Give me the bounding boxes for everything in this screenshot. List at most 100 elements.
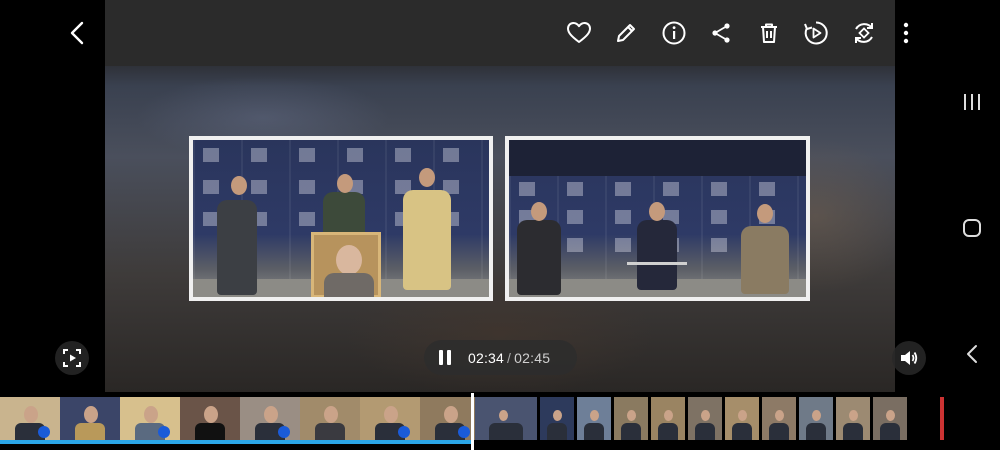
volume-button[interactable] xyxy=(892,341,926,375)
thumb-figure xyxy=(584,422,604,440)
portrait-frame xyxy=(311,232,381,297)
stage-table xyxy=(627,262,687,292)
thumbnail[interactable] xyxy=(836,397,870,440)
back-button[interactable] xyxy=(62,18,92,48)
thumb-mic xyxy=(158,426,170,438)
thumb-face xyxy=(700,409,710,421)
share-icon xyxy=(712,23,730,43)
thumb-face xyxy=(626,409,636,421)
volume-icon xyxy=(901,351,918,365)
thumbnail[interactable] xyxy=(240,397,300,440)
thumbnail-strip-main xyxy=(0,397,480,440)
home-button[interactable] xyxy=(958,216,986,240)
speaker-head xyxy=(419,168,435,187)
progress-played xyxy=(0,440,471,444)
thumb-figure xyxy=(843,422,863,440)
thumb-face xyxy=(384,406,398,424)
thumbnail[interactable] xyxy=(0,397,60,440)
thumb-face xyxy=(885,409,895,421)
thumb-figure xyxy=(732,422,752,440)
thumbnail[interactable] xyxy=(614,397,648,440)
thumb-face xyxy=(144,406,158,424)
thumbnail[interactable] xyxy=(651,397,685,440)
thumb-figure xyxy=(658,422,678,440)
thumbnail[interactable] xyxy=(762,397,796,440)
speaker-head xyxy=(337,174,353,193)
video-player[interactable] xyxy=(105,0,895,392)
thumb-figure xyxy=(769,422,789,440)
portrait-body xyxy=(324,273,374,297)
pause-bar xyxy=(439,350,443,365)
thumb-face xyxy=(264,406,278,424)
thumb-figure xyxy=(488,422,524,440)
more-vert-icon xyxy=(903,22,909,44)
thumb-face xyxy=(737,409,747,421)
backdrop-logo-row xyxy=(193,148,489,162)
backdrop-logo-row xyxy=(509,182,806,196)
thumbnail[interactable] xyxy=(688,397,722,440)
capture-button[interactable] xyxy=(55,341,89,375)
delete-button[interactable] xyxy=(754,18,784,48)
thumb-face xyxy=(204,406,218,424)
video-player-button[interactable] xyxy=(801,18,831,48)
speaker-head xyxy=(531,202,547,221)
video-inset-right xyxy=(505,136,810,301)
thumbnail[interactable] xyxy=(360,397,420,440)
thumbnail[interactable] xyxy=(873,397,907,440)
time-display: 02:34/02:45 xyxy=(468,350,550,366)
thumb-face xyxy=(324,406,338,424)
playhead-handle[interactable] xyxy=(471,393,474,450)
backdrop-top xyxy=(509,140,806,176)
thumb-figure xyxy=(195,422,225,440)
filmstrip-scrubber[interactable] xyxy=(0,393,1000,450)
more-options-button[interactable] xyxy=(891,18,921,48)
thumbnail[interactable] xyxy=(577,397,611,440)
playback-controls: 02:34/02:45 xyxy=(424,340,577,375)
thumbnail[interactable] xyxy=(475,397,537,440)
thumbnail[interactable] xyxy=(725,397,759,440)
details-button[interactable] xyxy=(659,18,689,48)
portrait-face xyxy=(336,245,362,275)
pencil-icon xyxy=(617,24,635,42)
thumbnail[interactable] xyxy=(300,397,360,440)
thumb-figure xyxy=(695,422,715,440)
thumb-figure xyxy=(547,422,567,440)
trim-end-marker[interactable] xyxy=(940,397,944,440)
share-button[interactable] xyxy=(706,18,736,48)
thumbnail[interactable] xyxy=(180,397,240,440)
thumbnail[interactable] xyxy=(60,397,120,440)
thumb-mic xyxy=(398,426,410,438)
thumb-face xyxy=(552,409,562,421)
rotate-button[interactable] xyxy=(849,18,879,48)
trash-icon xyxy=(761,23,777,43)
thumb-face xyxy=(663,409,673,421)
speaker-figure xyxy=(217,200,257,295)
pause-button[interactable] xyxy=(436,349,454,367)
thumb-face xyxy=(444,406,458,424)
thumbnail[interactable] xyxy=(540,397,574,440)
thumb-face xyxy=(774,409,784,421)
thumbnail[interactable] xyxy=(799,397,833,440)
speaker-figure xyxy=(403,190,451,290)
thumb-figure xyxy=(880,422,900,440)
thumbnail[interactable] xyxy=(120,397,180,440)
current-time: 02:34 xyxy=(468,349,505,366)
speaker-figure xyxy=(741,226,789,294)
home-icon xyxy=(963,219,981,237)
thumb-figure xyxy=(75,422,105,440)
edit-button[interactable] xyxy=(611,18,641,48)
thumb-figure xyxy=(621,422,641,440)
duration: 02:45 xyxy=(514,349,551,366)
system-back-button[interactable] xyxy=(960,342,984,366)
favorite-button[interactable] xyxy=(564,18,594,48)
thumb-figure xyxy=(806,422,826,440)
speaker-head xyxy=(231,176,247,195)
thumb-face xyxy=(848,409,858,421)
thumb-face xyxy=(24,406,38,424)
recent-apps-button[interactable] xyxy=(958,90,986,114)
thumb-mic xyxy=(458,426,470,438)
thumb-face xyxy=(589,409,599,421)
thumbnail-strip-upcoming xyxy=(475,397,910,440)
play-circle-icon xyxy=(804,21,828,45)
heart-icon xyxy=(567,22,591,43)
